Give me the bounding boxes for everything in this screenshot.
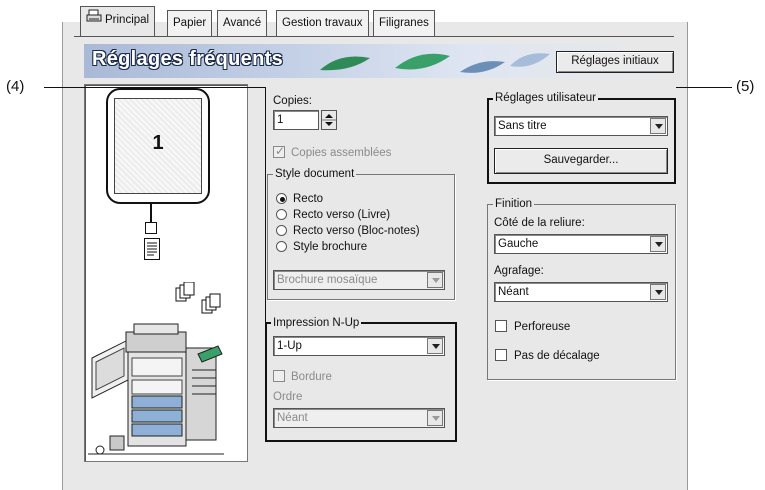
copies-input[interactable]: 1 [273, 110, 319, 130]
save-button-label: Sauvegarder... [543, 154, 619, 166]
chevron-down-icon [427, 410, 443, 426]
tab-label: Principal [105, 14, 150, 27]
radio-style-brochure-label: Style brochure [293, 241, 368, 253]
user-settings-value: Sans titre [498, 120, 547, 132]
collated-label: Copies assemblées [291, 147, 392, 159]
binding-side-label: Côté de la reliure: [494, 217, 585, 229]
tab-label: Gestion travaux [282, 17, 363, 29]
callout-4-vline [265, 87, 266, 323]
collated-pages-icon [175, 282, 221, 314]
tab-divider [74, 36, 674, 37]
tab-label: Avancé [223, 17, 262, 29]
order-label: Ordre [273, 391, 303, 403]
radio-recto-verso-bloc-notes[interactable] [276, 225, 287, 236]
binding-side-select[interactable]: Gauche [494, 234, 668, 254]
tab-filigranes[interactable]: Filigranes [373, 10, 435, 36]
no-offset-label: Pas de décalage [514, 350, 600, 362]
radio-style-brochure[interactable] [276, 241, 287, 252]
tab-avance[interactable]: Avancé [217, 10, 268, 36]
punch-label: Perforeuse [514, 321, 571, 333]
punch-checkbox[interactable] [495, 320, 507, 332]
copies-value: 1 [277, 114, 284, 126]
copies-spinner[interactable] [321, 110, 337, 130]
radio-recto-verso-livre[interactable] [276, 209, 287, 220]
banner-title: Réglages fréquents [92, 48, 284, 70]
chevron-down-icon [427, 338, 443, 354]
binding-side-value: Gauche [498, 238, 539, 250]
radio-recto-verso-livre-label: Recto verso (Livre) [293, 209, 391, 221]
tab-label: Papier [173, 17, 207, 29]
reset-defaults-label: Réglages initiaux [571, 55, 659, 67]
nup-title: Impression N-Up [271, 316, 362, 330]
reset-defaults-button[interactable]: Réglages initiaux [556, 51, 674, 73]
callout-5: (5) [736, 78, 755, 95]
chevron-down-icon [650, 284, 666, 300]
user-settings-title: Réglages utilisateur [493, 91, 599, 105]
copies-label: Copies: [273, 95, 312, 107]
radio-recto[interactable] [276, 193, 287, 204]
border-label: Bordure [291, 371, 332, 383]
chevron-down-icon [650, 118, 666, 134]
nup-select-value: 1-Up [277, 340, 302, 352]
nup-select[interactable]: 1-Up [273, 336, 445, 356]
user-settings-select[interactable]: Sans titre [494, 116, 668, 136]
collated-checkbox[interactable] [273, 144, 285, 158]
callout-4-line [44, 87, 266, 88]
tab-label: Filigranes [379, 17, 429, 29]
chevron-down-icon [650, 236, 666, 252]
callout-5-line [676, 87, 732, 88]
document-style-title: Style document [273, 167, 357, 181]
connector-box [145, 222, 157, 234]
radio-recto-verso-bloc-notes-label: Recto verso (Bloc-notes) [293, 225, 420, 237]
printer-illustration [88, 323, 224, 455]
stapling-select[interactable]: Néant [494, 282, 668, 302]
save-button[interactable]: Sauvegarder... [494, 148, 668, 174]
finishing-title: Finition [493, 197, 535, 211]
preview-connector [150, 204, 152, 224]
no-offset-checkbox[interactable] [495, 349, 507, 361]
order-select-value: Néant [277, 412, 308, 424]
border-checkbox[interactable] [273, 370, 285, 382]
radio-recto-label: Recto [293, 193, 324, 205]
document-icon [144, 238, 160, 260]
chevron-down-icon [427, 272, 443, 288]
stapling-value: Néant [498, 286, 529, 298]
printer-icon [86, 7, 102, 33]
callout-4: (4) [6, 78, 25, 95]
tab-principal[interactable]: Principal [80, 6, 156, 36]
banner-leaves-graphic [320, 53, 550, 73]
brochure-select[interactable]: Brochure mosaïque [273, 270, 445, 290]
order-select[interactable]: Néant [273, 408, 445, 428]
brochure-select-value: Brochure mosaïque [277, 274, 378, 286]
stapling-label: Agrafage: [494, 265, 544, 277]
tab-papier[interactable]: Papier [167, 10, 213, 36]
page-number: 1 [152, 132, 164, 154]
tab-gestion-travaux[interactable]: Gestion travaux [276, 10, 369, 36]
spinner-arrows-icon [322, 114, 336, 126]
